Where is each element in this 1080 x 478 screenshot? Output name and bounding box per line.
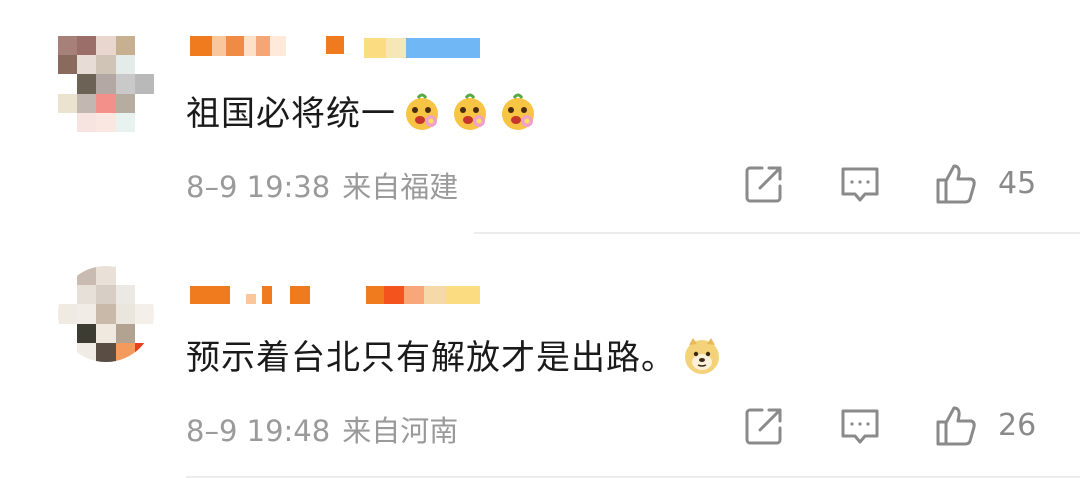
comment-text: 祖国必将统一 (186, 86, 540, 138)
comment-time: 8–9 19:48 (186, 414, 331, 448)
comment-meta: 8–9 19:48 来自河南 (186, 408, 458, 450)
divider (474, 232, 1080, 234)
comment-meta: 8–9 19:38 来自福建 (186, 164, 458, 206)
doge-emoji-icon (685, 337, 719, 374)
thumbs-up-icon[interactable] (934, 162, 978, 206)
comment-time: 8–9 19:38 (186, 170, 331, 204)
flower-face-emoji-icon (502, 93, 534, 130)
avatar[interactable] (58, 266, 154, 362)
comment-item: 预示着台北只有解放才是出路。 8–9 19:48 来自河南 26 (0, 240, 1080, 478)
comment-text-content: 预示着台北只有解放才是出路。 (186, 338, 676, 378)
flower-face-emoji-icon (406, 93, 438, 130)
comment-text-content: 祖国必将统一 (186, 94, 396, 134)
like-count: 26 (998, 408, 1037, 443)
thumbs-up-icon[interactable] (934, 404, 978, 448)
comment-icon[interactable] (838, 162, 882, 206)
avatar[interactable] (58, 36, 154, 132)
share-icon[interactable] (742, 162, 786, 206)
share-icon[interactable] (742, 404, 786, 448)
flower-face-emoji-icon (454, 93, 486, 130)
comment-location: 来自河南 (342, 414, 459, 448)
comment-item: 祖国必将统一 8–9 19:38 来自福建 45 (0, 0, 1080, 232)
username[interactable] (190, 284, 490, 310)
username[interactable] (190, 34, 490, 60)
comment-text: 预示着台北只有解放才是出路。 (186, 330, 724, 382)
like-count: 45 (998, 166, 1037, 201)
comment-icon[interactable] (838, 404, 882, 448)
comment-location: 来自福建 (342, 170, 459, 204)
